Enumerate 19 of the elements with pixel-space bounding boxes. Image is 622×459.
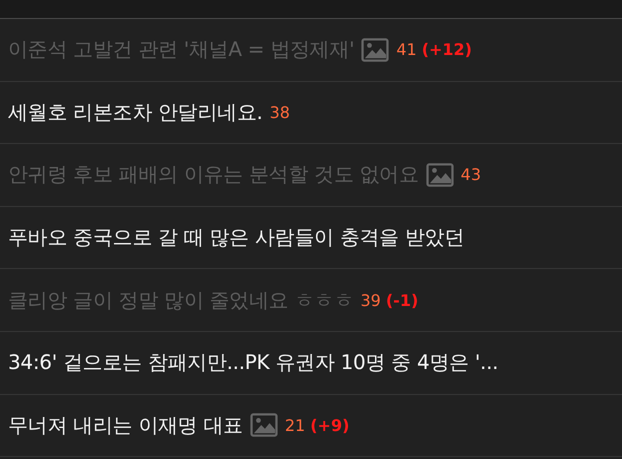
comment-count: 38 [270,102,290,122]
post-row[interactable]: 무너져 내리는 이재명 대표 21 (+9) [0,394,622,458]
post-row[interactable]: 34:6' 겉으로는 참패지만...PK 유권자 10명 중 4명은 '... [0,332,622,395]
comment-change: (+9) [310,416,350,435]
post-title[interactable]: 무너져 내리는 이재명 대표 [8,412,243,439]
comment-count: 41 [396,40,417,60]
post-row[interactable]: 세월호 리본조차 안달리네요. 38 [0,82,622,144]
post-row[interactable]: 안귀령 후보 패배의 이유는 분석할 것도 없어요 43 [0,144,622,207]
comment-change: (+12) [422,40,472,60]
comment-count: 21 [284,416,306,435]
post-title[interactable]: 34:6' 겉으로는 참패지만...PK 유권자 10명 중 4명은 '... [8,349,498,376]
comment-count: 39 [360,290,381,310]
post-row[interactable]: 이준석 고발건 관련 '채널A = 법정제재' 41 (+12) [0,19,622,82]
post-title[interactable]: 푸바오 중국으로 갈 때 많은 사람들이 충격을 받았던 [8,224,464,252]
post-title[interactable]: 세월호 리본조차 안달리네요. [8,98,263,126]
comment-change: (-1) [386,290,418,310]
comment-count: 43 [460,165,482,184]
post-row[interactable]: 푸바오 중국으로 갈 때 많은 사람들이 충격을 받았던 [0,206,622,270]
post-row[interactable]: 클리앙 글이 정말 많이 줄었네요 ㅎㅎㅎ 39 (-1) [0,269,622,332]
